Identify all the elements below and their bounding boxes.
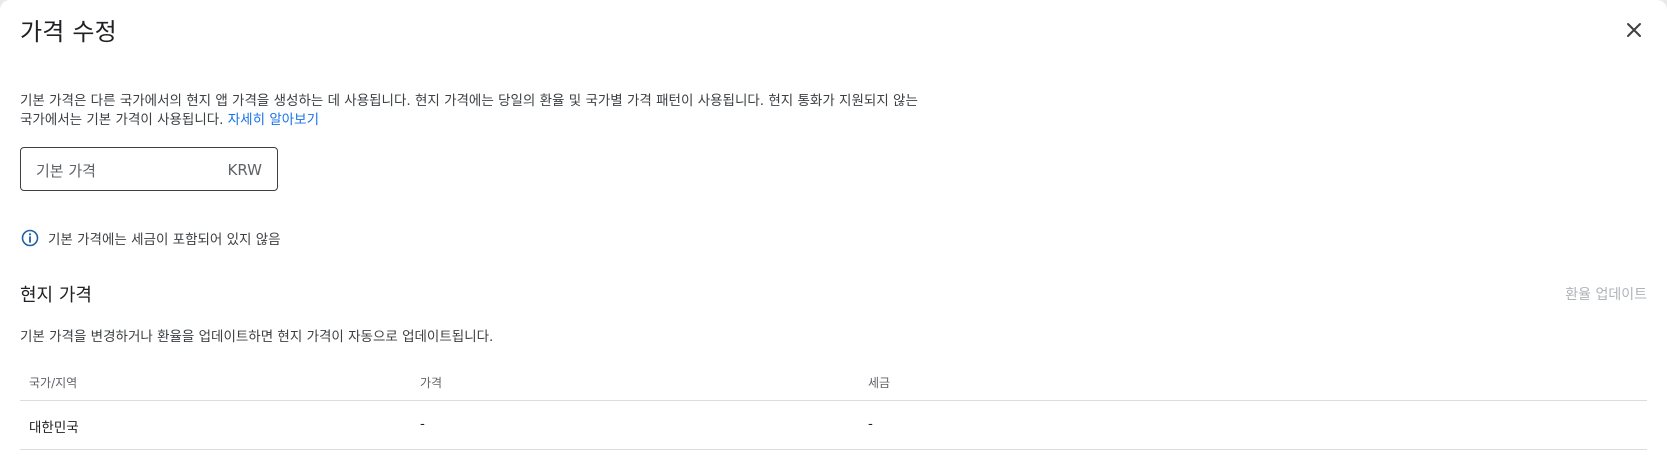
country-cell: 대한민국	[29, 420, 79, 436]
column-header-country: 국가/지역	[29, 376, 78, 390]
table-row: 대한민국 - -	[20, 401, 1647, 450]
base-price-description: 기본 가격은 다른 국가에서의 현지 앱 가격을 생성하는 데 사용됩니다. 현…	[20, 92, 920, 130]
column-header-tax: 세금	[868, 376, 891, 390]
close-icon	[1627, 23, 1641, 37]
base-price-placeholder: 기본 가격	[36, 162, 96, 180]
base-price-input[interactable]: 기본 가격 KRW	[20, 147, 278, 191]
dialog-title: 가격 수정	[20, 18, 117, 46]
close-button[interactable]	[1620, 16, 1648, 44]
edit-price-dialog: 가격 수정 기본 가격은 다른 국가에서의 현지 앱 가격을 생성하는 데 사용…	[0, 0, 1667, 462]
local-prices-title: 현지 가격	[20, 285, 92, 306]
tax-notice: 기본 가격에는 세금이 포함되어 있지 않음	[20, 228, 281, 248]
price-cell: -	[420, 416, 425, 432]
tax-notice-text: 기본 가격에는 세금이 포함되어 있지 않음	[48, 232, 281, 248]
local-prices-table: 국가/지역 가격 세금 대한민국 - -	[20, 368, 1647, 450]
update-exchange-rate-button[interactable]: 환율 업데이트	[1565, 284, 1647, 304]
description-text: 기본 가격은 다른 국가에서의 현지 앱 가격을 생성하는 데 사용됩니다. 현…	[20, 93, 918, 128]
currency-suffix: KRW	[227, 161, 262, 179]
local-prices-description: 기본 가격을 변경하거나 환율을 업데이트하면 현지 가격이 자동으로 업데이트…	[20, 329, 494, 345]
column-header-price: 가격	[420, 376, 443, 390]
tax-cell: -	[868, 416, 873, 432]
info-icon	[21, 229, 39, 247]
learn-more-link[interactable]: 자세히 알아보기	[228, 112, 319, 128]
table-header: 국가/지역 가격 세금	[20, 368, 1647, 401]
